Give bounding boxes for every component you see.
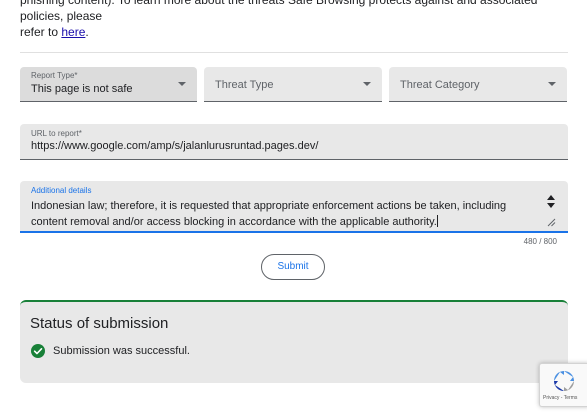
character-counter: 480 / 800 [523,237,557,246]
threat-type-select[interactable]: Threat Type [204,67,382,102]
details-line-2: content removal and/or access blocking i… [31,216,437,228]
threat-category-placeholder: Threat Category [400,79,480,91]
additional-details-textarea[interactable]: Additional details Indonesian law; there… [20,181,568,233]
check-circle-icon [31,344,45,358]
additional-details-text[interactable]: Indonesian law; therefore, it is request… [31,198,511,230]
scroll-spinner[interactable] [546,194,557,210]
text-cursor [436,215,438,227]
resize-handle-icon[interactable] [547,218,556,227]
recaptcha-icon [554,371,574,391]
intro-line-1: phishing content). To learn more about t… [20,0,538,23]
intro-suffix: . [85,25,89,39]
threat-category-select[interactable]: Threat Category [389,67,567,102]
additional-details-label: Additional details [31,186,92,195]
threat-type-placeholder: Threat Type [215,79,274,91]
submit-button[interactable]: Submit [261,254,325,280]
url-label: URL to report* [31,129,82,138]
url-field[interactable]: URL to report* https://www.google.com/am… [20,124,568,160]
recaptcha-badge[interactable]: Privacy - Terms [539,363,587,407]
arrow-up-icon[interactable] [547,195,555,200]
caret-down-icon [548,82,556,86]
status-message: Submission was successful. [53,345,190,357]
policies-link[interactable]: here [61,25,85,39]
details-line-1: Indonesian law; therefore, it is request… [31,200,507,212]
url-value[interactable]: https://www.google.com/amp/s/jalanlurusr… [31,140,318,152]
intro-line-2: refer to here. [20,24,570,40]
caret-down-icon [178,82,186,86]
status-title: Status of submission [30,315,169,332]
intro-text: phishing content). To learn more about t… [20,0,570,40]
report-type-select[interactable]: Report Type* This page is not safe [20,67,197,102]
report-type-label: Report Type* [31,71,78,80]
intro-prefix: refer to [20,25,62,39]
details-line-2-wrap: content removal and/or access blocking i… [31,214,511,230]
arrow-down-icon[interactable] [547,203,555,208]
report-type-value: This page is not safe [31,83,133,95]
section-divider [20,52,568,53]
recaptcha-terms[interactable]: Privacy - Terms [543,395,577,401]
caret-down-icon [363,82,371,86]
submission-status-card: Status of submission Submission was succ… [20,300,568,383]
